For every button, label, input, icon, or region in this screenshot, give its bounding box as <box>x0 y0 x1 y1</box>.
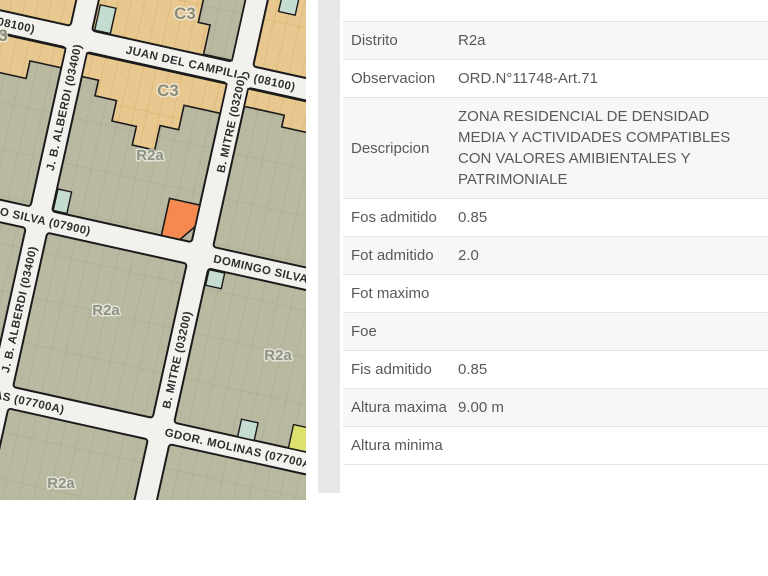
row-label: Altura maxima <box>351 399 447 416</box>
table-row: Fis admitido 0.85 <box>343 350 768 388</box>
row-label: Observacion <box>351 70 436 87</box>
panel-divider[interactable] <box>318 0 340 493</box>
row-value: 9.00 m <box>458 399 504 416</box>
row-value: ZONA RESIDENCIAL DE DENSIDAD MEDIA Y ACT… <box>458 108 731 188</box>
table-row: Fos admitido 0.85 <box>343 198 768 236</box>
table-row: Distrito R2a <box>343 21 768 59</box>
row-label: Fot maximo <box>351 285 430 302</box>
table-row: Fot admitido 2.0 <box>343 236 768 274</box>
green-space <box>204 268 226 290</box>
row-value: 0.85 <box>458 209 488 226</box>
row-label: Foe <box>351 323 377 340</box>
zone-label-r2a: R2a <box>264 347 292 364</box>
table-row: Descripcion ZONA RESIDENCIAL DE DENSIDAD… <box>343 97 768 198</box>
green-space <box>236 418 259 442</box>
row-value: R2a <box>458 32 486 49</box>
row-label: Distrito <box>351 32 398 49</box>
row-label: Descripcion <box>351 139 430 157</box>
table-row: Fot maximo <box>343 274 768 312</box>
row-value: 0.85 <box>458 361 488 378</box>
zone-label-c3: C3 <box>157 81 179 100</box>
zone-label-r2a: R2a <box>92 302 120 319</box>
zone-label-c3: C3 <box>0 26 8 45</box>
map-canvas[interactable]: JUAN DEL CAMPILLO (08100) JUAN DEL CAMPI… <box>0 0 306 500</box>
gis-app-window: JUAN DEL CAMPILLO (08100) JUAN DEL CAMPI… <box>0 0 768 576</box>
table-row: Altura maxima 9.00 m <box>343 388 768 426</box>
row-value: 2.0 <box>458 247 479 264</box>
zone-label-c3: C3 <box>174 4 196 23</box>
table-row: Foe <box>343 312 768 350</box>
row-label: Fot admitido <box>351 247 434 264</box>
parcel-info-table: Distrito R2a Observacion ORD.N°11748-Art… <box>343 21 768 465</box>
row-label: Fis admitido <box>351 361 432 378</box>
zone-label-r2a: R2a <box>47 475 75 492</box>
table-row: Altura minima <box>343 426 768 464</box>
zone-label-r2a: R2a <box>136 147 164 164</box>
table-row: Observacion ORD.N°11748-Art.71 <box>343 59 768 97</box>
row-label: Fos admitido <box>351 209 437 226</box>
row-label: Altura minima <box>351 437 443 454</box>
row-value: ORD.N°11748-Art.71 <box>458 70 598 87</box>
